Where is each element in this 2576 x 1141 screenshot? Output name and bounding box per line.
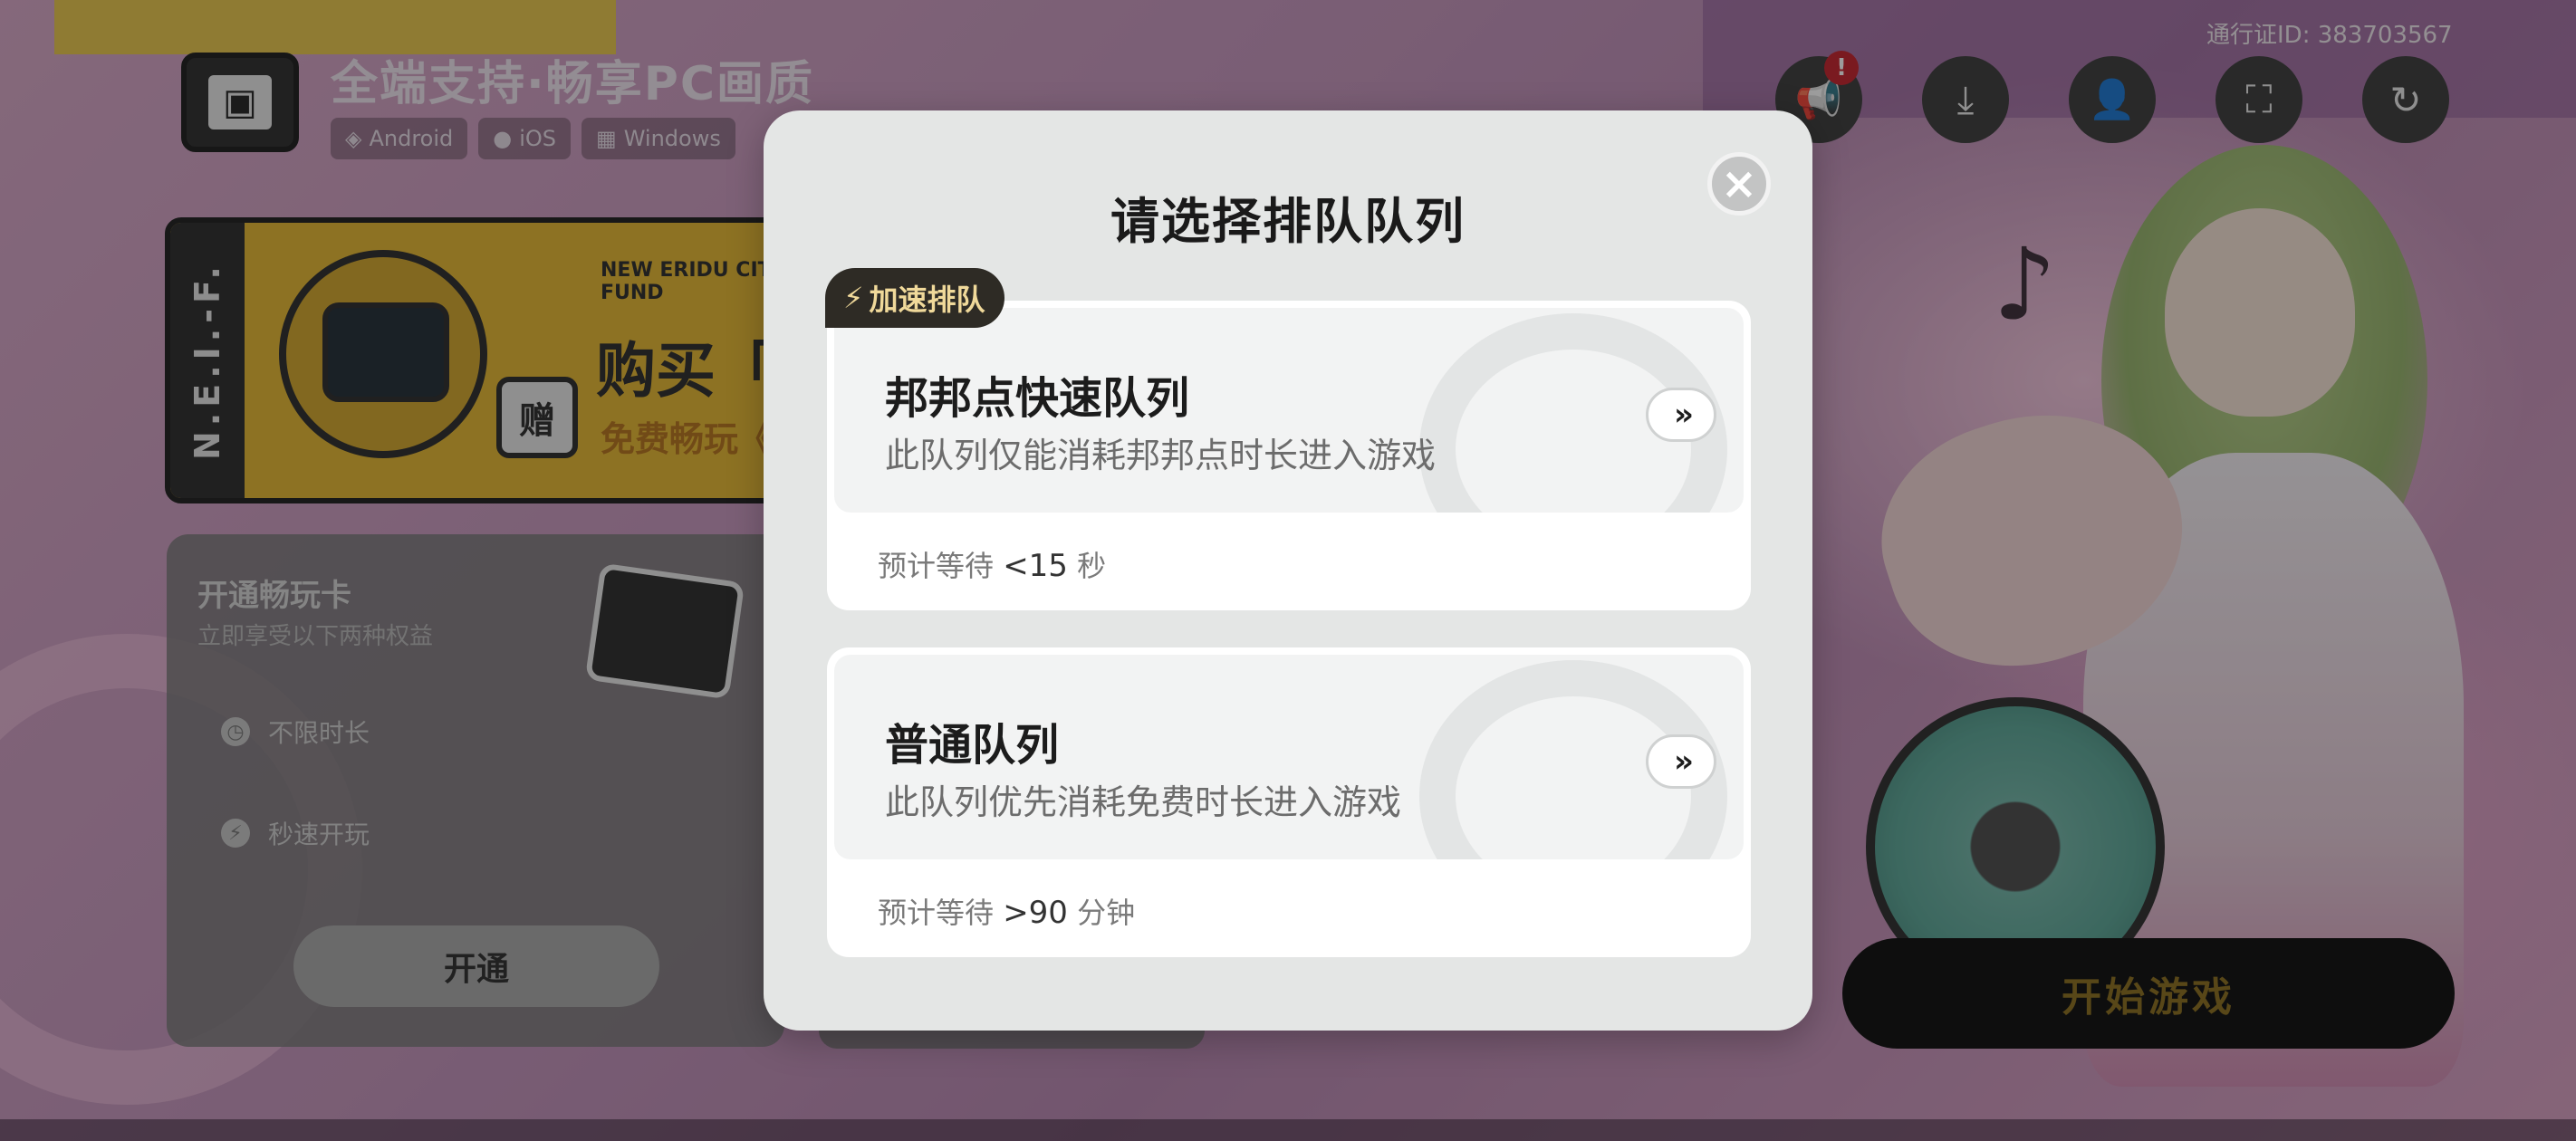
wait-value: >90 [1003,895,1068,931]
queue-description: 此队列优先消耗免费时长进入游戏 [885,782,1402,822]
queue-select-dialog: 请选择排队队列 × ⚡ 加速排队 邦邦点快速队列 此队列仅能消耗邦邦点时长进入游… [764,110,1812,1031]
queue-option-fast[interactable]: 邦邦点快速队列 此队列仅能消耗邦邦点时长进入游戏 ›› 预计等待 <15 秒 [827,301,1751,610]
wait-label: 预计等待 [878,549,995,583]
lightning-icon: ⚡ [843,281,864,315]
queue-wait: 预计等待 <15 秒 [878,543,1106,585]
queue-option-normal[interactable]: 普通队列 此队列优先消耗免费时长进入游戏 ›› 预计等待 >90 分钟 [827,647,1751,957]
queue-header: 普通队列 此队列优先消耗免费时长进入游戏 ›› [834,655,1744,859]
queue-name: 普通队列 [885,720,1060,771]
wait-value: <15 [1003,548,1068,584]
accel-queue-tag: ⚡ 加速排队 [825,268,1005,328]
queue-description: 此队列仅能消耗邦邦点时长进入游戏 [885,436,1437,475]
close-icon: × [1720,158,1758,209]
enter-queue-button[interactable]: ›› [1646,734,1716,789]
enter-queue-button[interactable]: ›› [1646,388,1716,442]
close-button[interactable]: × [1707,152,1771,216]
accel-tag-label: 加速排队 [869,283,985,317]
dialog-title: 请选择排队队列 [1110,193,1466,250]
wait-unit: 秒 [1077,549,1107,583]
wait-label: 预计等待 [878,896,995,930]
queue-name: 邦邦点快速队列 [885,373,1190,424]
queue-wait: 预计等待 >90 分钟 [878,890,1135,932]
app-root: ♪ ▣ 全端支持·畅享PC画质 ◈ Android ● iOS ▦ Window… [0,0,2576,1141]
double-chevron-right-icon: ›› [1673,397,1694,433]
double-chevron-right-icon: ›› [1673,743,1694,780]
wait-unit: 分钟 [1077,896,1136,930]
queue-header: 邦邦点快速队列 此队列仅能消耗邦邦点时长进入游戏 ›› [834,308,1744,513]
